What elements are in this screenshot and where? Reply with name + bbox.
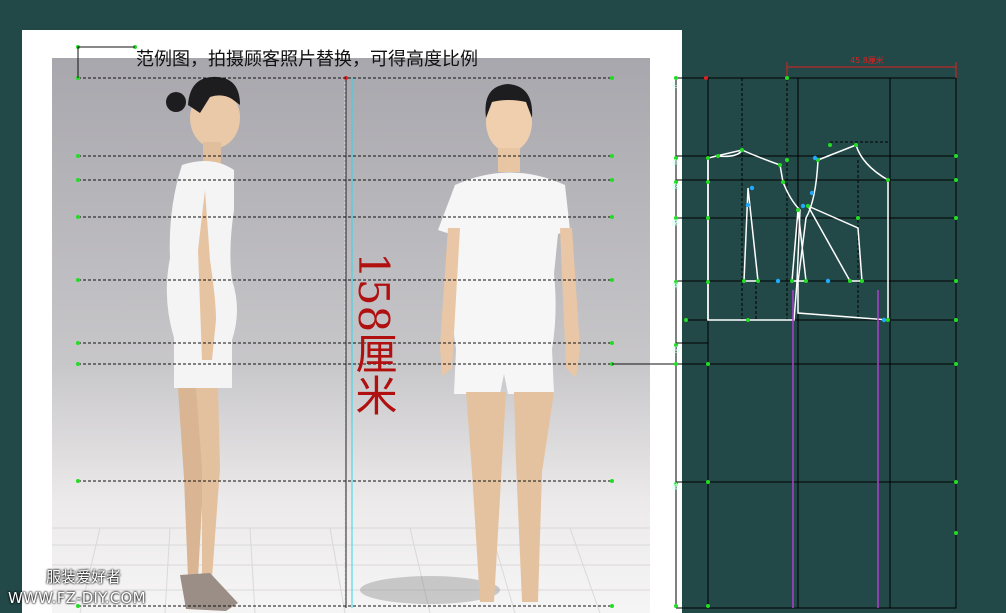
- tick-label: 膝: [672, 483, 679, 491]
- height-label: 158厘米: [349, 252, 398, 417]
- tick-label: 裆: [672, 346, 679, 354]
- pattern-dimension-label: 45.8厘米: [850, 56, 884, 65]
- pattern-draft[interactable]: [0, 0, 1006, 613]
- watermark-url: WWW.FZ-DIY.COM: [8, 589, 146, 607]
- watermark-name: 服装爱好者: [46, 568, 122, 586]
- pattern-canvas[interactable]: 头 肩 胸 腰 臀 裆 膝 范例图，拍摄顾客照片替换，可得高度比例 158厘米 …: [0, 0, 1006, 613]
- photo-caption: 范例图，拍摄顾客照片替换，可得高度比例: [136, 49, 478, 70]
- grainline: [792, 290, 879, 608]
- tick-label: 头: [671, 82, 678, 90]
- tick-label: 臀: [672, 282, 679, 290]
- tick-label: 肩: [672, 159, 679, 167]
- tick-label: 腰: [672, 219, 679, 227]
- tick-label: 胸: [672, 183, 679, 191]
